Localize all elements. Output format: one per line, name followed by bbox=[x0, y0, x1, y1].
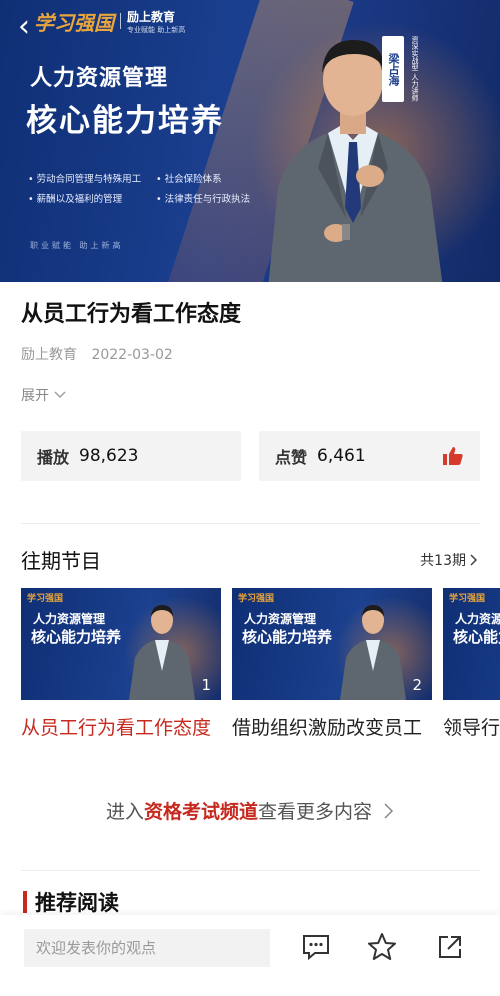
chevron-right-icon bbox=[384, 803, 394, 819]
speaker-title: 资深实战型 人力讲师 bbox=[411, 36, 419, 102]
banner-title-line1: 人力资源管理 bbox=[30, 66, 169, 91]
more-content-link[interactable]: 进入资格考试频道查看更多内容 bbox=[0, 797, 500, 824]
thumbnail-logo: 学习强国 bbox=[238, 594, 275, 604]
comment-input[interactable] bbox=[24, 929, 270, 967]
episode-thumbnail[interactable]: 学习强国 人力资源管理 核心能力培养 1 bbox=[21, 588, 221, 700]
episode-thumbnail[interactable]: 学习强国 人力资源管理 核心能力培养 2 bbox=[232, 588, 432, 700]
thumbnail-title-line2: 核心能力培养 bbox=[242, 628, 333, 646]
expand-label: 展开 bbox=[21, 388, 49, 404]
episodes-count: 共13期 bbox=[420, 553, 466, 569]
brand-separator bbox=[120, 13, 121, 29]
expand-toggle[interactable]: 展开 bbox=[21, 385, 66, 405]
episode-card[interactable]: 学习强国 人力资源管理 核心能力培养 2 借助组织激励改变员工 bbox=[232, 588, 432, 743]
banner-bullet: • 法律责任与行政执法 bbox=[156, 194, 251, 205]
back-arrow-icon[interactable]: ‹ bbox=[18, 12, 30, 42]
episode-card[interactable]: 学习强国 人力资源管理 核心能力培养 3 领导行 bbox=[443, 588, 500, 743]
episode-caption[interactable]: 借助组织激励改变员工 bbox=[232, 714, 432, 743]
banner-bullet: • 劳动合同管理与特殊用工 bbox=[28, 174, 142, 185]
speaker-name-tag: 梁占海 bbox=[382, 36, 404, 102]
section-divider bbox=[21, 523, 480, 524]
like-button[interactable]: 点赞 6,461 bbox=[259, 431, 480, 481]
like-value: 6,461 bbox=[317, 446, 366, 466]
like-label: 点赞 bbox=[275, 448, 308, 467]
episode-caption[interactable]: 领导行 bbox=[443, 714, 500, 743]
hero-banner[interactable]: ‹ 学习强国 励上教育 专业赋能 助上新高 人力资源管理 核心能力培养 • 劳动… bbox=[0, 0, 500, 282]
article-title: 从员工行为看工作态度 bbox=[21, 302, 242, 327]
episodes-count-link[interactable]: 共13期 bbox=[420, 550, 478, 570]
thumbs-up-icon bbox=[443, 447, 463, 465]
thumbnail-title-line1: 人力资源管理 bbox=[33, 612, 106, 626]
banner-tagline: 职业赋能 助上新高 bbox=[30, 241, 124, 250]
article-date: 2022-03-02 bbox=[91, 347, 173, 363]
play-value: 98,623 bbox=[79, 446, 139, 466]
article-source[interactable]: 励上教育 bbox=[21, 347, 77, 363]
episodes-carousel[interactable]: 学习强国 人力资源管理 核心能力培养 1 从员工行为看工作态度 学习强国 人力资… bbox=[21, 588, 500, 778]
lishang-logo-sub: 专业赋能 助上新高 bbox=[127, 25, 186, 34]
banner-bullet: • 社会保险体系 bbox=[156, 174, 222, 185]
thumbnail-title-line2: 核心能力培养 bbox=[453, 628, 500, 646]
recommend-section-header: 推荐阅读 bbox=[23, 887, 119, 917]
brand-logos: 学习强国 励上教育 专业赋能 助上新高 bbox=[34, 6, 185, 36]
exam-channel-link[interactable]: 资格考试频道 bbox=[144, 801, 258, 823]
episode-caption[interactable]: 从员工行为看工作态度 bbox=[21, 714, 221, 743]
episodes-section-title: 往期节目 bbox=[21, 549, 101, 573]
thumbnail-logo: 学习强国 bbox=[449, 594, 486, 604]
thumbnail-speaker bbox=[340, 605, 406, 700]
thumbnail-title-line1: 人力资源管理 bbox=[455, 612, 500, 626]
episode-number: 1 bbox=[201, 676, 211, 694]
thumbnail-title-line1: 人力资源管理 bbox=[244, 612, 317, 626]
share-icon[interactable] bbox=[434, 931, 466, 963]
more-suffix: 查看更多内容 bbox=[257, 801, 372, 823]
section-divider bbox=[21, 870, 480, 871]
banner-title-line2: 核心能力培养 bbox=[26, 103, 224, 139]
episode-thumbnail[interactable]: 学习强国 人力资源管理 核心能力培养 3 bbox=[443, 588, 500, 700]
episode-card[interactable]: 学习强国 人力资源管理 核心能力培养 1 从员工行为看工作态度 bbox=[21, 588, 221, 743]
recommend-title: 推荐阅读 bbox=[35, 891, 119, 915]
more-prefix: 进入 bbox=[105, 801, 144, 823]
bottom-action-bar bbox=[0, 915, 500, 996]
chevron-down-icon bbox=[54, 391, 66, 398]
thumbnail-title-line2: 核心能力培养 bbox=[31, 628, 122, 646]
banner-bullets: • 劳动合同管理与特殊用工 • 社会保险体系 • 薪酬以及福利的管理 • 法律责任与行… bbox=[28, 170, 268, 210]
lishang-logo-text: 励上教育 bbox=[127, 9, 176, 24]
star-icon[interactable] bbox=[366, 931, 398, 963]
play-label: 播放 bbox=[37, 448, 70, 467]
section-accent-bar bbox=[23, 891, 27, 913]
banner-bullet: • 薪酬以及福利的管理 bbox=[28, 194, 123, 205]
thumbnail-speaker bbox=[129, 605, 195, 700]
chevron-right-icon bbox=[470, 554, 478, 566]
thumbnail-logo: 学习强国 bbox=[27, 594, 64, 604]
xuexi-logo: 学习强国 bbox=[34, 10, 114, 35]
comment-icon[interactable] bbox=[300, 931, 332, 963]
article-meta: 励上教育 2022-03-02 bbox=[21, 344, 173, 364]
play-count-box: 播放 98,623 bbox=[21, 431, 241, 481]
episode-number: 2 bbox=[412, 676, 422, 694]
lishang-logo: 励上教育 专业赋能 助上新高 bbox=[127, 8, 185, 35]
